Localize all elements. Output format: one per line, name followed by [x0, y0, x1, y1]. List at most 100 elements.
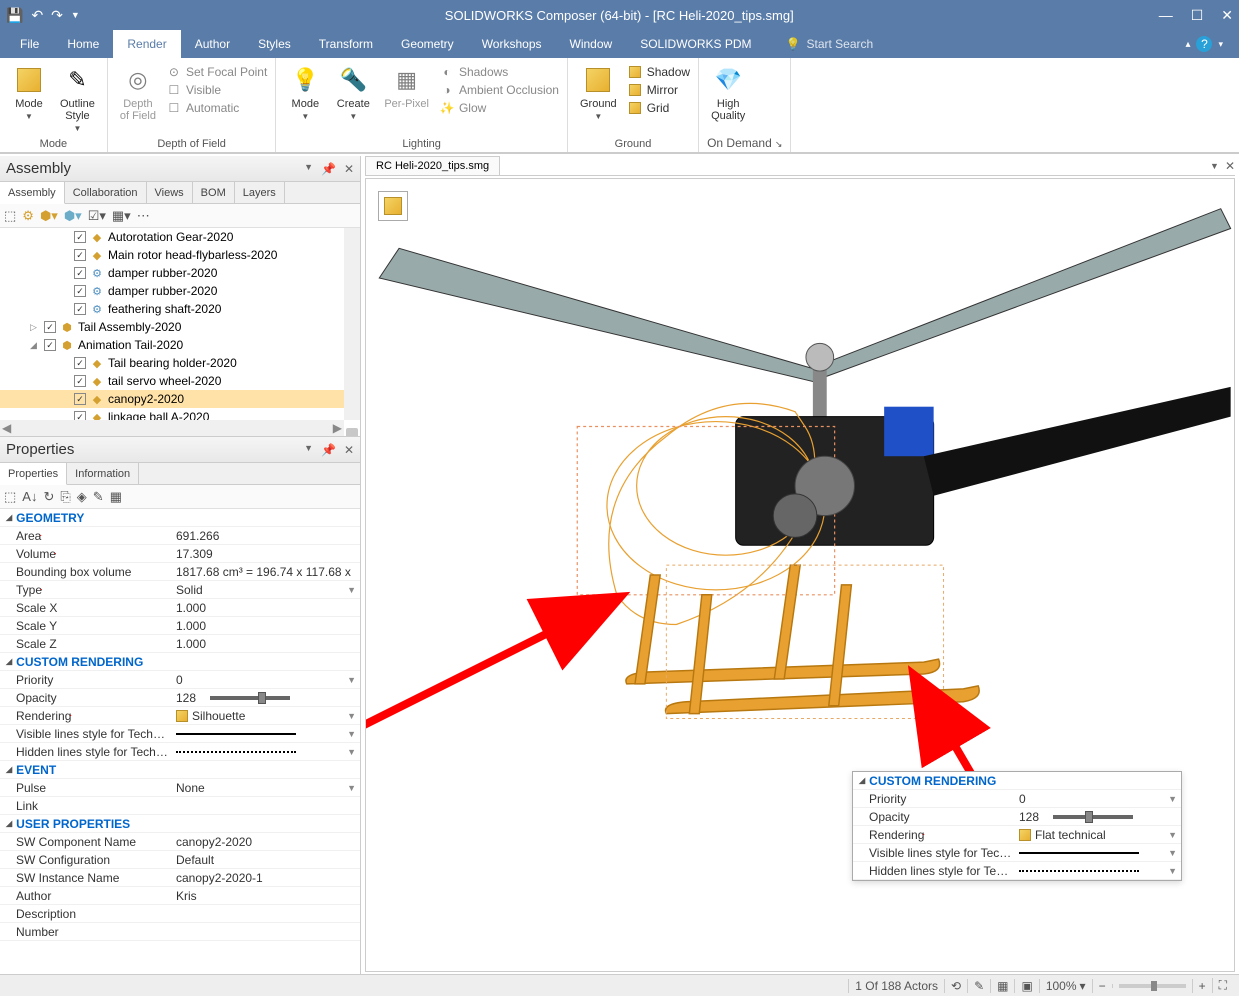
tree-checkbox[interactable]: ✓: [74, 231, 86, 243]
document-tab[interactable]: RC Heli-2020_tips.smg: [365, 156, 500, 175]
property-row[interactable]: SW Component Namecanopy2-2020: [0, 833, 360, 851]
dropdown-icon[interactable]: ▼: [347, 585, 356, 595]
ground-mirror-item[interactable]: Mirror: [627, 82, 690, 98]
set-focal-point-item[interactable]: ⊙Set Focal Point: [166, 64, 267, 80]
panel-close-icon[interactable]: ✕: [344, 162, 354, 176]
property-row[interactable]: PulseNone▼: [0, 779, 360, 797]
tree-row[interactable]: ✓◆Tail bearing holder-2020: [0, 354, 360, 372]
dropdown-icon[interactable]: ▼: [347, 711, 356, 721]
opacity-slider[interactable]: [1053, 815, 1133, 819]
tree-row[interactable]: ✓◆Autorotation Gear-2020: [0, 228, 360, 246]
property-row[interactable]: Volume.17.309: [0, 545, 360, 563]
tab-collaboration[interactable]: Collaboration: [65, 182, 147, 203]
property-row[interactable]: Rendering.Silhouette▼: [0, 707, 360, 725]
dropdown-icon[interactable]: ▼: [347, 675, 356, 685]
status-zoom-in[interactable]: +: [1192, 979, 1212, 993]
dof-automatic-item[interactable]: ☐Automatic: [166, 100, 267, 116]
menu-render[interactable]: Render: [113, 30, 180, 58]
help-icon[interactable]: ?: [1196, 36, 1212, 52]
mode-button[interactable]: Mode ▼: [8, 62, 50, 123]
menu-styles[interactable]: Styles: [244, 30, 305, 58]
property-row[interactable]: Area.691.266: [0, 527, 360, 545]
close-icon[interactable]: ✕: [1221, 7, 1233, 24]
property-row[interactable]: Rendering.Flat technical▼: [853, 826, 1181, 844]
tab-layers[interactable]: Layers: [235, 182, 285, 203]
tree-checkbox[interactable]: ✓: [74, 357, 86, 369]
viewport-cube-icon[interactable]: [378, 191, 408, 221]
property-row[interactable]: Type.Solid▼: [0, 581, 360, 599]
prop-tool-4[interactable]: ⎘: [60, 489, 70, 505]
dropdown-icon[interactable]: ▼: [347, 783, 356, 793]
float-custom-rendering-panel[interactable]: CUSTOM RENDERING Priority0▼Opacity128Ren…: [852, 771, 1182, 881]
dropdown-icon[interactable]: ▼: [1168, 866, 1177, 876]
prop-tool-3[interactable]: ↻: [43, 489, 54, 505]
tree-checkbox[interactable]: ✓: [74, 285, 86, 297]
property-row[interactable]: Link: [0, 797, 360, 815]
tree-row[interactable]: ✓⚙feathering shaft-2020: [0, 300, 360, 318]
property-row[interactable]: Bounding box volume1817.68 cm³ = 196.74 …: [0, 563, 360, 581]
tree-checkbox[interactable]: ✓: [74, 249, 86, 261]
property-row[interactable]: Number: [0, 923, 360, 941]
props-menu-icon[interactable]: ▼: [304, 443, 313, 457]
minimize-icon[interactable]: —: [1159, 7, 1173, 24]
tab-properties[interactable]: Properties: [0, 463, 67, 485]
tree-tool-3[interactable]: ⬢▾: [40, 208, 58, 224]
tree-tool-6[interactable]: ▦▾: [112, 208, 131, 224]
props-close-icon[interactable]: ✕: [344, 443, 354, 457]
menu-home[interactable]: Home: [53, 30, 113, 58]
ribbon-collapse-icon[interactable]: ▴: [1185, 39, 1190, 50]
property-row[interactable]: Hidden lines style for Technica....▼: [853, 862, 1181, 880]
tree-checkbox[interactable]: ✓: [74, 393, 86, 405]
glow-item[interactable]: ✨Glow: [439, 100, 559, 116]
tree-row[interactable]: ✓◆canopy2-2020: [0, 390, 360, 408]
ground-button[interactable]: Ground ▼: [576, 62, 621, 123]
property-row[interactable]: SW ConfigurationDefault: [0, 851, 360, 869]
tree-checkbox[interactable]: ✓: [44, 321, 56, 333]
tab-information[interactable]: Information: [67, 463, 139, 484]
prop-tool-2[interactable]: A↓: [22, 489, 37, 504]
property-category[interactable]: CUSTOM RENDERING: [0, 653, 360, 671]
qat-dropdown-icon[interactable]: ▼: [71, 10, 80, 20]
tree-checkbox[interactable]: ✓: [74, 303, 86, 315]
viewport-canvas[interactable]: CUSTOM RENDERING Priority0▼Opacity128Ren…: [365, 178, 1235, 972]
property-category[interactable]: GEOMETRY: [0, 509, 360, 527]
tree-tool-5[interactable]: ☑▾: [88, 208, 106, 224]
panel-pin-icon[interactable]: 📌: [321, 162, 336, 176]
prop-tool-7[interactable]: ▦: [110, 489, 122, 505]
assembly-tree[interactable]: ✓◆Autorotation Gear-2020✓◆Main rotor hea…: [0, 228, 360, 436]
property-row[interactable]: Scale Z1.000: [0, 635, 360, 653]
menu-window[interactable]: Window: [556, 30, 627, 58]
tree-row[interactable]: ✓◆tail servo wheel-2020: [0, 372, 360, 390]
dropdown-icon[interactable]: ▼: [1168, 848, 1177, 858]
depth-of-field-button[interactable]: ◎ Depth of Field: [116, 62, 160, 124]
status-zoom-out[interactable]: −: [1092, 979, 1112, 993]
tree-row[interactable]: ✓⚙damper rubber-2020: [0, 264, 360, 282]
property-row[interactable]: Scale Y1.000: [0, 617, 360, 635]
panel-menu-icon[interactable]: ▼: [304, 162, 313, 176]
search-box[interactable]: 💡 Start Search: [786, 37, 874, 51]
tree-tool-4[interactable]: ⬢▾: [64, 208, 82, 224]
prop-tool-6[interactable]: ✎: [93, 489, 104, 505]
prop-tool-5[interactable]: ◈: [77, 489, 87, 505]
tree-checkbox[interactable]: ✓: [74, 375, 86, 387]
prop-tool-1[interactable]: ⬚: [4, 489, 16, 505]
per-pixel-button[interactable]: ▦ Per-Pixel: [380, 62, 433, 112]
property-row[interactable]: Opacity128: [853, 808, 1181, 826]
maximize-icon[interactable]: ☐: [1191, 7, 1204, 24]
status-grid-icon[interactable]: ▦: [990, 979, 1014, 993]
undo-icon[interactable]: ↶: [31, 7, 43, 24]
high-quality-button[interactable]: 💎 High Quality: [707, 62, 749, 124]
tree-tool-1[interactable]: ⬚: [4, 208, 16, 224]
property-row[interactable]: SW Instance Namecanopy2-2020-1: [0, 869, 360, 887]
tree-hscroll[interactable]: ◀▶: [0, 420, 344, 436]
tree-checkbox[interactable]: ✓: [44, 339, 56, 351]
property-row[interactable]: Priority0▼: [0, 671, 360, 689]
property-row[interactable]: Scale X1.000: [0, 599, 360, 617]
tab-bom[interactable]: BOM: [193, 182, 235, 203]
dropdown-icon[interactable]: ▼: [347, 729, 356, 739]
menu-author[interactable]: Author: [181, 30, 244, 58]
property-row[interactable]: Description: [0, 905, 360, 923]
redo-icon[interactable]: ↷: [51, 7, 63, 24]
tab-assembly[interactable]: Assembly: [0, 182, 65, 204]
status-tool-1[interactable]: ⟲: [944, 979, 967, 993]
